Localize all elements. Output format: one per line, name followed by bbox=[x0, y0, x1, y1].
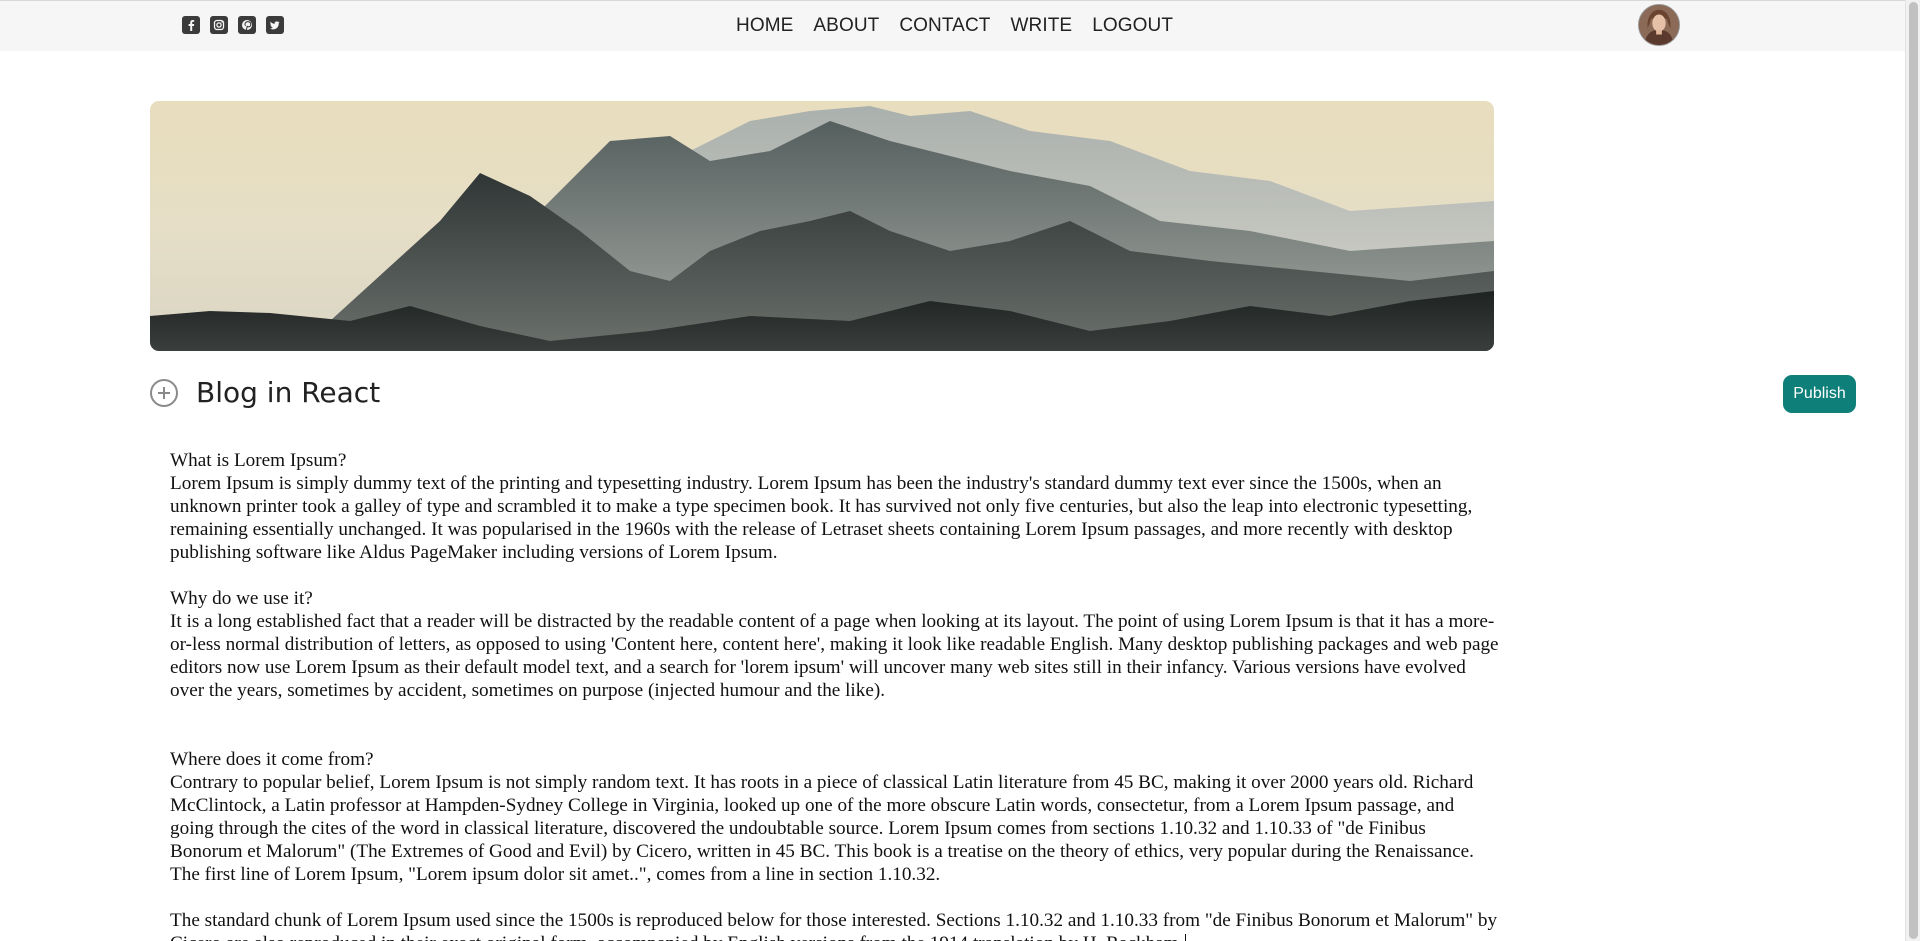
post-body-editor[interactable]: What is Lorem Ipsum? Lorem Ipsum is simp… bbox=[170, 449, 1500, 941]
section-heading: Where does it come from? bbox=[170, 749, 374, 770]
social-icons bbox=[182, 16, 284, 34]
paragraph: Lorem Ipsum is simply dummy text of the … bbox=[170, 473, 1473, 563]
nav-write[interactable]: WRITE bbox=[1010, 15, 1072, 37]
post-title-input[interactable] bbox=[196, 372, 1196, 412]
instagram-square-icon[interactable] bbox=[210, 16, 228, 34]
avatar[interactable] bbox=[1638, 4, 1680, 46]
section-heading: Why do we use it? bbox=[170, 588, 313, 609]
pinterest-square-icon[interactable] bbox=[238, 16, 256, 34]
text-caret bbox=[1185, 934, 1187, 941]
paragraph: Contrary to popular belief, Lorem Ipsum … bbox=[170, 772, 1474, 885]
nav-contact[interactable]: CONTACT bbox=[899, 15, 990, 37]
nav-about[interactable]: ABOUT bbox=[813, 15, 879, 37]
section-heading: What is Lorem Ipsum? bbox=[170, 450, 347, 471]
scrollbar-thumb[interactable] bbox=[1909, 2, 1918, 939]
top-bar: HOME ABOUT CONTACT WRITE LOGOUT bbox=[0, 0, 1905, 51]
add-image-button[interactable] bbox=[150, 379, 178, 407]
facebook-square-icon[interactable] bbox=[182, 16, 200, 34]
main-nav: HOME ABOUT CONTACT WRITE LOGOUT bbox=[736, 15, 1173, 37]
publish-button[interactable]: Publish bbox=[1783, 375, 1856, 413]
paragraph: The standard chunk of Lorem Ipsum used s… bbox=[170, 909, 1500, 941]
twitter-square-icon[interactable] bbox=[266, 16, 284, 34]
scrollbar[interactable] bbox=[1905, 0, 1920, 941]
nav-home[interactable]: HOME bbox=[736, 15, 793, 37]
nav-logout[interactable]: LOGOUT bbox=[1092, 15, 1173, 37]
paragraph: It is a long established fact that a rea… bbox=[170, 611, 1499, 701]
header-image bbox=[150, 101, 1494, 351]
